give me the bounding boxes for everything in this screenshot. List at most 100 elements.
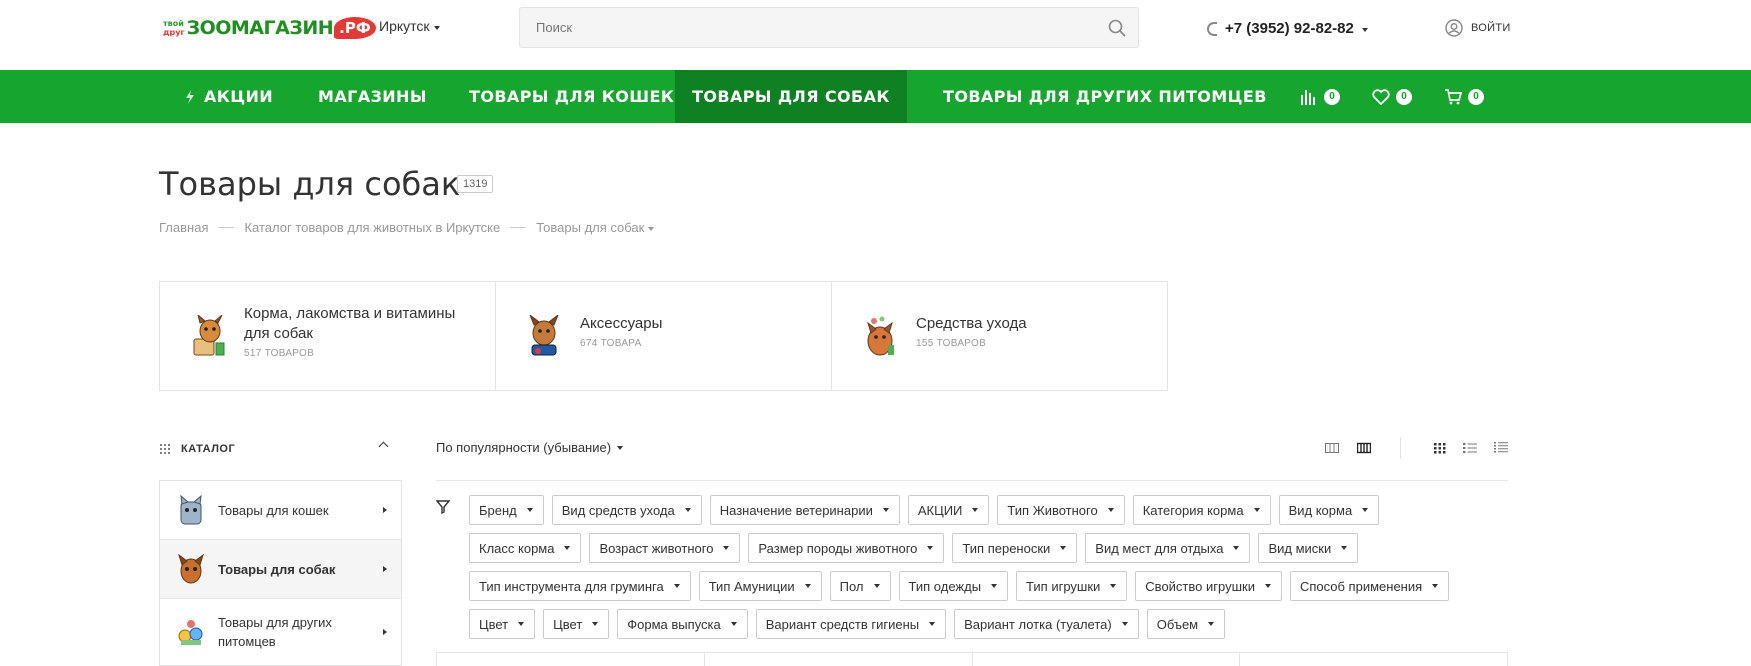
phone-selector[interactable]: +7 (3952) 92-82-82 <box>1207 20 1368 37</box>
filter-chip-label: Назначение ветеринарии <box>719 502 873 518</box>
search-icon[interactable] <box>1108 19 1126 37</box>
filter-chip[interactable]: Пол <box>829 571 891 601</box>
product-grid <box>436 652 1508 666</box>
phone-number: +7 (3952) 92-82-82 <box>1225 20 1354 37</box>
filter-chip[interactable]: Тип инструмента для груминга <box>469 571 691 601</box>
filter-chip[interactable]: Вид корма <box>1278 495 1380 525</box>
filter-chip[interactable]: Цвет <box>543 609 610 639</box>
chevron-down-icon <box>433 25 440 30</box>
filter-chip[interactable]: Класс корма <box>469 533 582 563</box>
filter-chip[interactable]: Вид средств ухода <box>551 495 702 525</box>
view-columns-4-icon[interactable] <box>1357 440 1371 456</box>
subcategory-card-food[interactable]: Корма, лакомства и витамины для собак 51… <box>160 282 496 390</box>
product-card[interactable] <box>973 653 1241 666</box>
chevron-right-icon <box>383 566 387 572</box>
view-list-icon[interactable] <box>1463 440 1477 456</box>
breadcrumb-catalog[interactable]: Каталог товаров для животных в Иркутске <box>244 220 500 235</box>
filter-chip[interactable]: Форма выпуска <box>617 609 748 639</box>
logo-tagline-top: твой <box>163 19 184 28</box>
product-card[interactable] <box>437 653 705 666</box>
lightning-icon <box>186 89 194 104</box>
filter-chip-label: Размер породы животного <box>758 540 918 556</box>
filter-chip[interactable]: Возраст животного <box>589 533 741 563</box>
nav-item-dogs[interactable]: ТОВАРЫ ДЛЯ СОБАК <box>675 70 907 123</box>
filter-chip[interactable]: Размер породы животного <box>748 533 945 563</box>
logo-tagline-bottom: друг <box>163 28 185 37</box>
sidebar-item-dogs[interactable]: Товары для собак <box>160 540 401 599</box>
subcategory-title: Средства ухода <box>916 315 1027 332</box>
filter-chip-label: Вид корма <box>1288 502 1353 518</box>
city-label: Иркутск <box>379 18 430 34</box>
city-selector[interactable]: Иркутск <box>379 18 440 34</box>
sort-dropdown[interactable]: По популярности (убывание) <box>436 440 624 455</box>
cart-button[interactable]: 0 <box>1444 70 1484 123</box>
view-grid-icon[interactable] <box>1433 440 1447 456</box>
login-link[interactable]: ВОЙТИ <box>1445 19 1511 37</box>
filter-chip[interactable]: Свойство игрушки <box>1135 571 1282 601</box>
filter-chip[interactable]: Способ применения <box>1289 571 1450 601</box>
breadcrumb-current[interactable]: Товары для собак <box>536 220 644 235</box>
nav-item-label: АКЦИИ <box>204 87 274 106</box>
chevron-down-icon <box>730 622 737 626</box>
dog-accessories-illustration-icon <box>529 315 559 356</box>
page-title: Товары для собак <box>159 165 461 203</box>
catalog-heading: КАТАЛОГ <box>181 443 236 455</box>
product-card[interactable] <box>1240 653 1507 666</box>
view-columns-3-icon[interactable] <box>1325 440 1339 456</box>
subcategory-cards: Корма, лакомства и витамины для собак 51… <box>159 281 1168 391</box>
filter-chip[interactable]: Тип одежды <box>898 571 1009 601</box>
filter-chip[interactable]: Тип Животного <box>997 495 1125 525</box>
subcategory-card-accessories[interactable]: Аксессуары 674 ТОВАРА <box>496 282 832 390</box>
filter-chip[interactable]: Тип Амуниции <box>698 571 822 601</box>
filter-chip-label: Свойство игрушки <box>1145 578 1255 594</box>
subcategory-title: Корма, лакомства и витамины для собак <box>244 305 456 342</box>
compare-icon <box>1301 89 1315 105</box>
filter-chip[interactable]: Вид мест для отдыха <box>1085 533 1251 563</box>
sidebar-category-list: Товары для кошек Товары для собак Товары… <box>159 480 402 666</box>
filter-chip[interactable]: Тип переноски <box>952 533 1078 563</box>
product-card[interactable] <box>705 653 973 666</box>
filter-chip[interactable]: АКЦИИ <box>907 495 990 525</box>
dog-icon <box>178 553 204 584</box>
nav-item-stores[interactable]: МАГАЗИНЫ <box>318 70 427 123</box>
logo-tagline: твой друг <box>163 19 185 37</box>
nav-item-label: ТОВАРЫ ДЛЯ ДРУГИХ ПИТОМЦЕВ <box>943 87 1267 106</box>
cart-icon <box>1445 88 1462 104</box>
chevron-down-icon <box>873 584 880 588</box>
chevron-down-icon <box>1233 546 1240 550</box>
filter-chip[interactable]: Вид миски <box>1258 533 1359 563</box>
nav-item-other-pets[interactable]: ТОВАРЫ ДЛЯ ДРУГИХ ПИТОМЦЕВ <box>943 70 1267 123</box>
catalog-toggle[interactable]: КАТАЛОГ <box>159 437 395 461</box>
filter-chip[interactable]: Бренд <box>469 495 544 525</box>
nav-item-label: ТОВАРЫ ДЛЯ КОШЕК <box>469 87 675 106</box>
chevron-down-icon <box>673 584 680 588</box>
chevron-down-icon <box>929 622 936 626</box>
breadcrumb-home[interactable]: Главная <box>159 220 208 235</box>
breadcrumb-separator <box>218 227 235 228</box>
filter-chip-label: Тип одежды <box>908 578 982 594</box>
nav-item-sales[interactable]: АКЦИИ <box>185 70 273 123</box>
cat-icon <box>180 494 202 525</box>
chevron-down-icon <box>648 227 655 231</box>
filter-chip[interactable]: Назначение ветеринарии <box>709 495 900 525</box>
filter-chip[interactable]: Тип игрушки <box>1016 571 1128 601</box>
view-table-icon[interactable] <box>1494 440 1508 456</box>
filter-chip[interactable]: Вариант лотка (туалета) <box>954 609 1139 639</box>
sidebar-item-other-pets[interactable]: Товары для других питомцев <box>160 599 401 665</box>
favorites-button[interactable]: 0 <box>1372 70 1412 123</box>
search-input[interactable] <box>520 8 1138 47</box>
site-logo[interactable]: твой друг ЗООМАГАЗИН .РФ <box>163 13 376 43</box>
subcategory-card-grooming[interactable]: Средства ухода 155 ТОВАРОВ <box>832 282 1167 390</box>
breadcrumb: Главная Каталог товаров для животных в И… <box>159 220 655 235</box>
filter-chip-label: Вариант средств гигиены <box>765 616 920 632</box>
sidebar-item-cats[interactable]: Товары для кошек <box>160 481 401 540</box>
filter-chip[interactable]: Категория корма <box>1132 495 1271 525</box>
filter-chip-label: Категория корма <box>1142 502 1244 518</box>
filter-chip[interactable]: Объем <box>1146 609 1226 639</box>
filter-chip[interactable]: Вариант средств гигиены <box>755 609 947 639</box>
filter-chip-label: Класс корма <box>479 540 555 556</box>
nav-item-cats[interactable]: ТОВАРЫ ДЛЯ КОШЕК <box>469 70 674 123</box>
filter-chip-label: Тип Амуниции <box>708 578 795 594</box>
compare-button[interactable]: 0 <box>1300 70 1340 123</box>
filter-chip[interactable]: Цвет <box>469 609 536 639</box>
